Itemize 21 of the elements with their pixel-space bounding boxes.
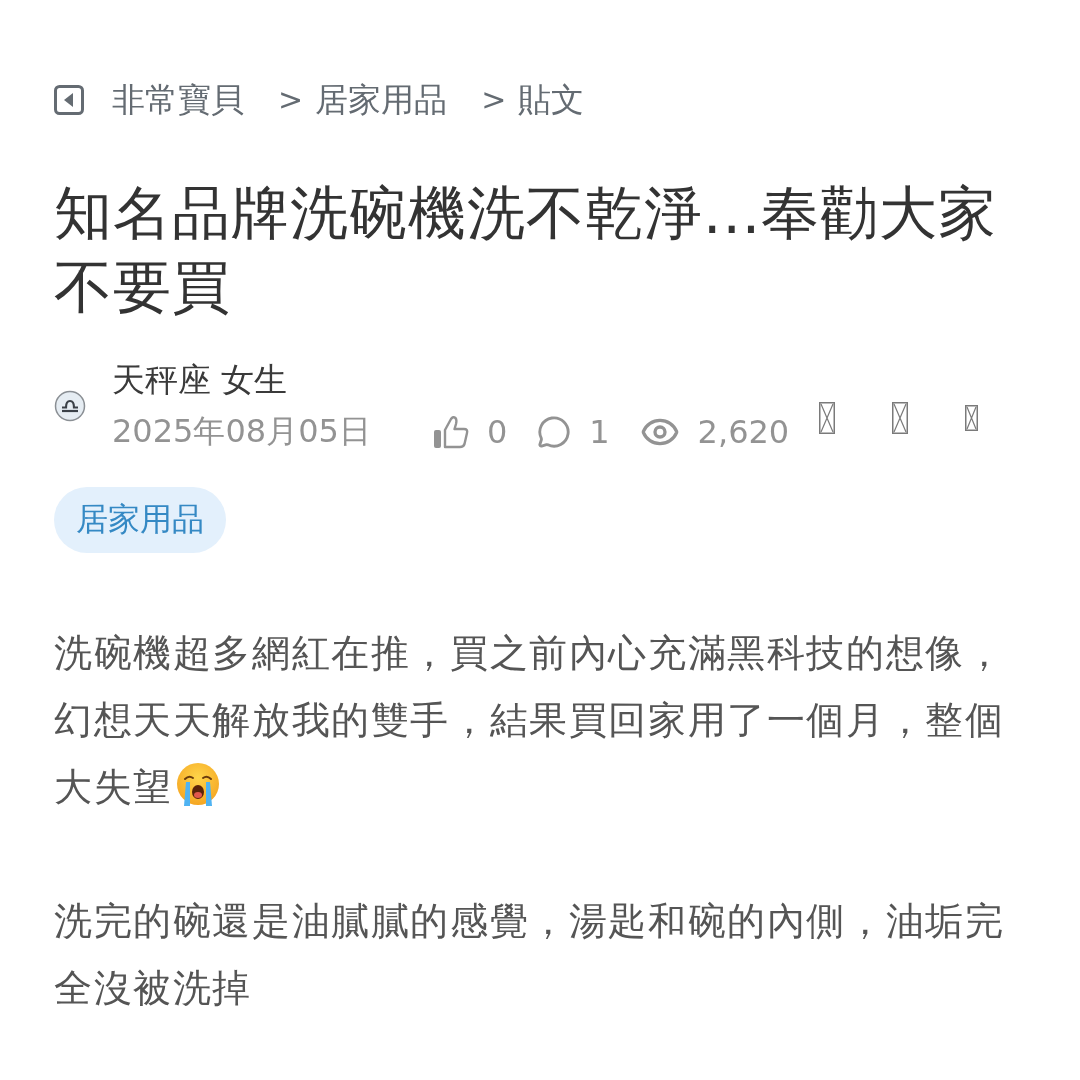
speech-bubble-icon — [537, 415, 572, 449]
post-title: 知名品牌洗碗機洗不乾淨...奉勸大家不要買 — [54, 178, 999, 323]
author-name: 天秤座 女生 — [112, 359, 288, 401]
breadcrumb-separator: > — [278, 81, 304, 119]
breadcrumb-link[interactable]: 居家用品 — [315, 80, 448, 120]
stat-count: 0 — [486, 413, 508, 451]
post-date: 2025年08月05日 — [112, 411, 371, 452]
breadcrumb-separator: > — [481, 81, 507, 119]
back-button[interactable] — [54, 85, 84, 115]
breadcrumb-link[interactable]: 貼文 — [518, 80, 585, 120]
category-tag[interactable]: 居家用品 — [54, 487, 226, 553]
body-paragraph: 洗完的碗還是油膩膩的感覺，湯匙和碗的內側，油垢完全沒被洗掉 — [54, 899, 1005, 1010]
stat-count: 2,620 — [697, 413, 790, 451]
missing-glyph-icon[interactable] — [965, 405, 979, 431]
stat-count: 1 — [589, 413, 610, 451]
avatar-icon — [54, 390, 86, 422]
missing-glyph-icon[interactable] — [892, 402, 909, 434]
thumbs-up-icon — [432, 415, 469, 449]
breadcrumb-link[interactable]: 非常寶貝 — [112, 80, 244, 120]
body-paragraph: 洗碗機超多網紅在推，買之前內心充滿黑科技的想像，幻想天天解放我的雙手，結果買回家用了一個月，整個大失望 — [54, 631, 1005, 809]
missing-glyph-icon[interactable] — [819, 402, 836, 434]
